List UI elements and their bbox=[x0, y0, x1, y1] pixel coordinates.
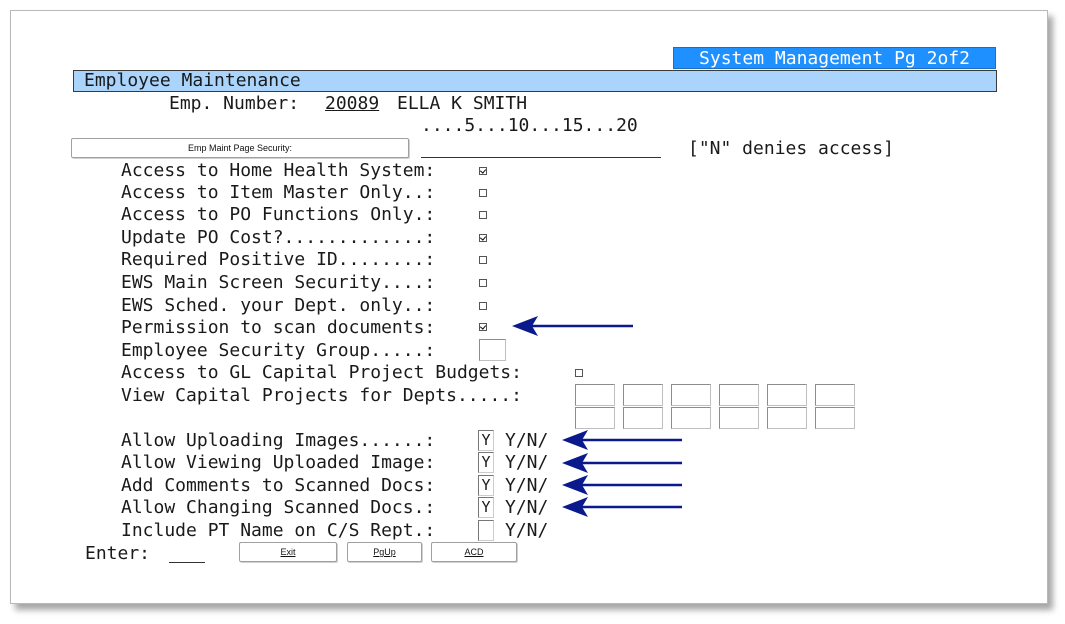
arrow-uploading-images-icon bbox=[562, 430, 682, 450]
callout-arrows bbox=[512, 316, 682, 517]
arrow-viewing-images-icon bbox=[562, 453, 682, 473]
arrow-scan-documents-icon bbox=[512, 316, 633, 336]
arrow-add-comments-icon bbox=[562, 475, 682, 495]
arrow-changing-docs-icon bbox=[562, 497, 682, 517]
